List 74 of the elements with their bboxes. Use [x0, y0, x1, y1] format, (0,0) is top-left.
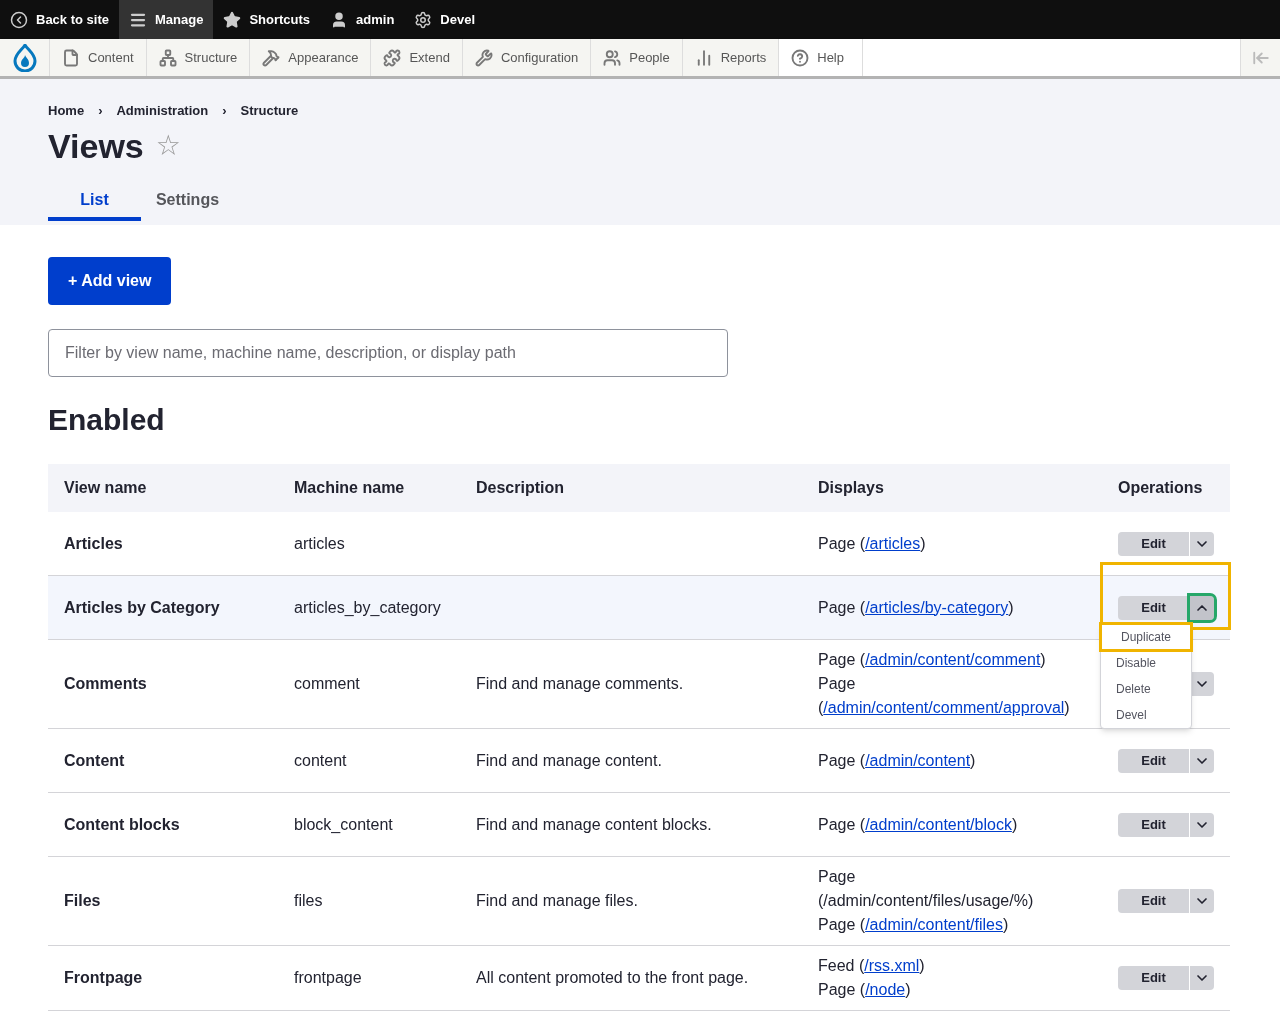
menu-item[interactable]: Disable	[1101, 649, 1191, 676]
breadcrumb-link[interactable]: Structure	[240, 101, 299, 121]
display-path: Page (/admin/content/comment/approval)	[818, 674, 1068, 718]
path-link[interactable]: /admin/content/comment/approval	[823, 699, 1065, 716]
column-header: Operations	[1118, 479, 1203, 496]
add-view-button[interactable]: + Add view	[48, 257, 172, 305]
menu-item[interactable]: Duplicate	[1101, 623, 1191, 650]
menu-item[interactable]: Devel	[1101, 701, 1191, 728]
admin-menu-item[interactable]: People	[591, 39, 683, 76]
filter-field[interactable]: Filter by view name, machine name, description, or display path	[48, 329, 728, 377]
machine-name: articles_by_category	[294, 598, 441, 616]
admin-menu-item[interactable]: Configuration	[462, 39, 592, 76]
menu-item[interactable]: Delete	[1101, 675, 1191, 702]
toolbar-tab[interactable]: admin	[320, 0, 405, 39]
admin-menu-item[interactable]: Appearance	[250, 39, 372, 76]
view-name: Comments	[64, 675, 147, 692]
breadcrumb-separator: ›	[98, 102, 103, 120]
toolbar-tab[interactable]: Manage	[119, 0, 214, 39]
page-title: Views	[48, 125, 144, 166]
edit-button[interactable]: Edit	[1118, 966, 1190, 990]
display-path: Page (/admin/content/block)	[818, 814, 1019, 835]
breadcrumb-separator: ›	[222, 102, 227, 120]
path-link[interactable]: /admin/content/files	[865, 916, 1003, 933]
tab[interactable]: List	[48, 182, 141, 221]
display-path: Page (/admin/content/files)	[818, 915, 1010, 935]
view-name: Files	[64, 892, 101, 909]
display-path: Page (/admin/content/files/usage/%)	[818, 867, 1035, 911]
edit-button[interactable]: Edit	[1118, 889, 1190, 913]
machine-name: content	[294, 751, 347, 769]
column-header: View name	[64, 479, 147, 496]
edit-button[interactable]: Edit	[1118, 812, 1190, 837]
toolbar-tab[interactable]: Devel	[404, 0, 486, 39]
toolbar-tab[interactable]: Back to site	[0, 0, 119, 39]
path-link[interactable]: /articles/by-category	[865, 598, 1009, 616]
edit-button[interactable]: Edit	[1118, 748, 1190, 773]
description: Find and manage content.	[476, 751, 662, 769]
edit-button[interactable]: Edit	[1118, 531, 1190, 556]
machine-name: files	[294, 892, 323, 909]
machine-name: block_content	[294, 815, 393, 833]
column-header: Displays	[818, 479, 884, 496]
admin-menu-item[interactable]: Content	[50, 39, 147, 76]
breadcrumb-link[interactable]: Home	[48, 101, 85, 121]
description: Find and manage comments.	[476, 675, 684, 692]
description: All content promoted to the front page.	[476, 969, 749, 986]
machine-name: comment	[294, 675, 360, 692]
view-name: Articles by Category	[64, 598, 220, 616]
path-link[interactable]: /admin/content	[865, 751, 971, 769]
edit-button[interactable]: Edit	[1118, 595, 1190, 620]
view-name: Frontpage	[64, 969, 143, 986]
view-name: Content	[64, 751, 125, 769]
view-name: Articles	[64, 534, 123, 552]
display-path: Page (/admin/content)	[818, 750, 977, 771]
tab[interactable]: Settings	[141, 182, 234, 221]
display-path: Page (/node)	[818, 980, 912, 1000]
column-header: Machine name	[294, 479, 405, 496]
display-path: Page (/admin/content/comment)	[818, 650, 1047, 670]
description: Find and manage files.	[476, 892, 638, 909]
path-link[interactable]: /admin/content/block	[865, 815, 1012, 833]
path-link[interactable]: /rss.xml	[864, 957, 920, 974]
description: Find and manage content blocks.	[476, 815, 712, 833]
admin-menu-item[interactable]: Extend	[371, 39, 463, 76]
display-path: Page (/articles/by-category)	[818, 597, 1015, 618]
machine-name: frontpage	[294, 969, 362, 986]
admin-menu-item[interactable]: Reports	[682, 39, 780, 76]
display-path: Page (/articles)	[818, 533, 927, 554]
display-path: Feed (/rss.xml)	[818, 956, 926, 976]
path-link[interactable]: /node	[865, 981, 906, 998]
section-heading: Enabled	[48, 402, 166, 438]
column-header: Description	[476, 479, 564, 496]
view-name: Content blocks	[64, 815, 180, 833]
machine-name: articles	[294, 534, 345, 552]
breadcrumb-link[interactable]: Administration	[116, 101, 209, 121]
toolbar-tab[interactable]: Shortcuts	[213, 0, 321, 39]
admin-menu-item[interactable]: Structure	[146, 39, 251, 76]
